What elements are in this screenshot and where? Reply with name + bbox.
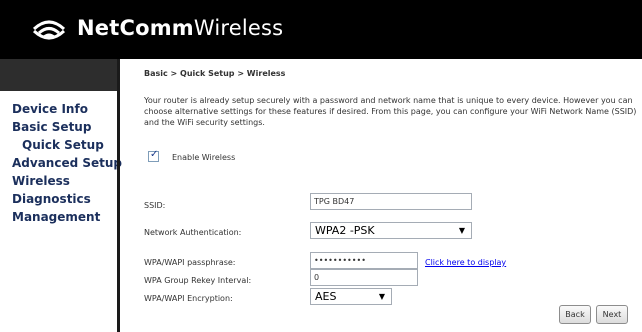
brand-bold: NetComm <box>77 16 194 40</box>
wifi-icon <box>32 20 66 40</box>
brand-logo: NetCommWireless <box>77 16 283 40</box>
main-content: Basic > Quick Setup > Wireless Your rout… <box>120 59 642 332</box>
sidebar-item-advanced-setup[interactable]: Advanced Setup <box>12 156 122 170</box>
encryption-select[interactable]: AES ▼ <box>310 288 392 305</box>
intro-text: Your router is already setup securely wi… <box>144 96 637 127</box>
ssid-input[interactable]: TPG BD47 <box>310 193 472 210</box>
passphrase-label: WPA/WAPI passphrase: <box>144 258 236 267</box>
show-passphrase-link[interactable]: Click here to display <box>425 258 506 267</box>
network-auth-value: WPA2 -PSK <box>315 224 375 237</box>
encryption-value: AES <box>315 290 337 303</box>
sidebar-item-diagnostics[interactable]: Diagnostics <box>12 192 91 206</box>
network-auth-label: Network Authentication: <box>144 228 242 237</box>
sidebar-item-device-info[interactable]: Device Info <box>12 102 88 116</box>
sidebar-item-basic-setup[interactable]: Basic Setup <box>12 120 91 134</box>
sidebar: Device Info Basic Setup Quick Setup Adva… <box>0 59 122 332</box>
sidebar-item-management[interactable]: Management <box>12 210 100 224</box>
dropdown-arrow-icon: ▼ <box>378 292 385 301</box>
dropdown-arrow-icon: ▼ <box>458 226 465 235</box>
rekey-input[interactable]: 0 <box>310 269 418 286</box>
next-button[interactable]: Next <box>596 305 628 324</box>
checkmark-icon: ✓ <box>150 149 159 160</box>
enable-wireless-label: Enable Wireless <box>172 153 236 162</box>
brand-regular: Wireless <box>193 16 284 40</box>
sidebar-item-wireless[interactable]: Wireless <box>12 174 70 188</box>
rekey-label: WPA Group Rekey Interval: <box>144 276 252 285</box>
back-button[interactable]: Back <box>559 305 591 324</box>
passphrase-input[interactable]: ••••••••••• <box>310 252 418 269</box>
network-auth-select[interactable]: WPA2 -PSK ▼ <box>310 222 472 239</box>
ssid-label: SSID: <box>144 201 166 210</box>
sidebar-item-quick-setup[interactable]: Quick Setup <box>22 138 104 152</box>
enable-wireless-checkbox[interactable]: ✓ <box>148 149 159 162</box>
encryption-label: WPA/WAPI Encryption: <box>144 294 233 303</box>
sidebar-top-bar <box>0 59 117 91</box>
breadcrumb: Basic > Quick Setup > Wireless <box>144 69 286 78</box>
header-bar: NetCommWireless <box>0 0 642 59</box>
